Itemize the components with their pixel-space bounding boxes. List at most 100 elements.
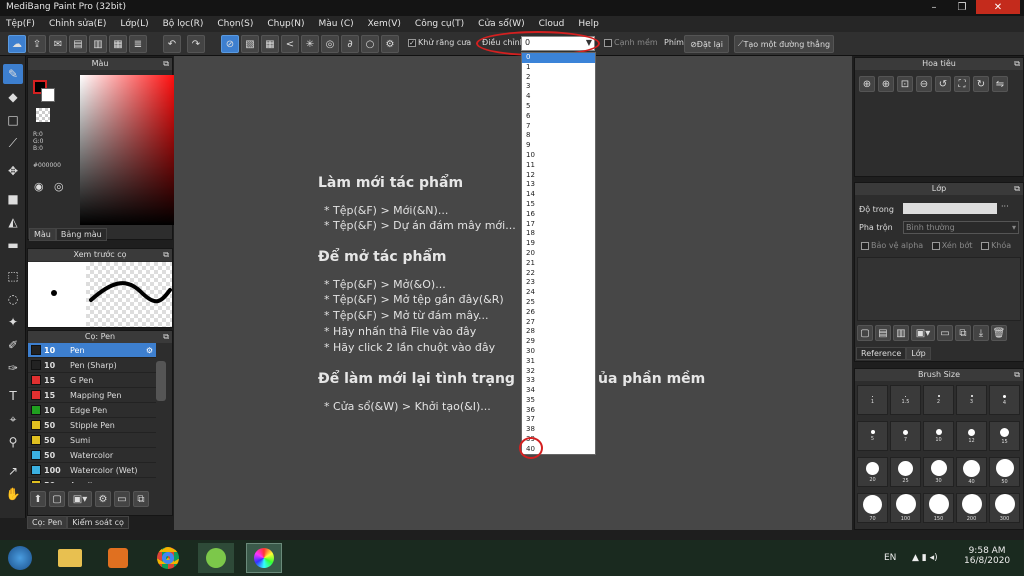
dropdown-option[interactable]: 12 xyxy=(522,171,595,181)
menu-view[interactable]: Xem(V) xyxy=(368,19,401,29)
protect-alpha-checkbox[interactable]: Bảo vệ alpha xyxy=(861,241,923,250)
brush-upload-icon[interactable]: ⬆ xyxy=(30,491,46,507)
brush-row[interactable]: 50 Watercolor xyxy=(28,448,156,463)
ellipse-snap-icon[interactable]: ○ xyxy=(361,35,379,53)
shape-tool-icon[interactable]: □ xyxy=(3,110,23,130)
fit-icon[interactable]: ⊡ xyxy=(897,76,913,92)
duplicate-icon[interactable]: ⧉ xyxy=(955,325,971,341)
grid-doc-icon[interactable]: ▦ xyxy=(109,35,127,53)
menu-window[interactable]: Cửa sổ(W) xyxy=(478,19,524,29)
blend-select[interactable]: Bình thường ▾ xyxy=(903,221,1019,234)
brush-row[interactable]: 10 Pen (Sharp) xyxy=(28,358,156,373)
dropdown-option[interactable]: 1 xyxy=(522,63,595,73)
panel-float-icon[interactable]: ⧉ xyxy=(1014,183,1020,195)
media-player-icon[interactable] xyxy=(100,543,136,573)
brush-size-cell[interactable]: 3 xyxy=(956,385,987,415)
brush-row[interactable]: 10 Pen ⚙ xyxy=(28,343,156,358)
dropdown-option[interactable]: 20 xyxy=(522,249,595,259)
add-layer-menu-icon[interactable]: ▣▾ xyxy=(911,325,935,341)
fill-rect-icon[interactable]: ■ xyxy=(3,189,23,209)
brush-size-cell[interactable]: 15 xyxy=(989,421,1020,451)
dropdown-option[interactable]: 24 xyxy=(522,288,595,298)
curve-snap-icon[interactable]: ∂ xyxy=(341,35,359,53)
menu-tools[interactable]: Công cụ(T) xyxy=(415,19,464,29)
page-icon[interactable]: ▤ xyxy=(69,35,87,53)
dropdown-option[interactable]: 8 xyxy=(522,131,595,141)
text-tool-icon[interactable]: T xyxy=(3,386,23,406)
dropdown-option[interactable]: 19 xyxy=(522,239,595,249)
palette-icon[interactable]: ◉ xyxy=(34,180,44,193)
brush-size-cell[interactable]: 25 xyxy=(890,457,921,487)
brush-row[interactable]: 50 Stipple Pen xyxy=(28,418,156,433)
dropdown-option[interactable]: 31 xyxy=(522,357,595,367)
zoom-in-alt-icon[interactable]: ⊕ xyxy=(878,76,894,92)
clock[interactable]: 9:58 AM 16/8/2020 xyxy=(964,546,1010,566)
zoom-out-icon[interactable]: ⊖ xyxy=(916,76,932,92)
medibang-taskbar-icon[interactable] xyxy=(246,543,282,573)
saturation-value-picker[interactable] xyxy=(80,75,180,225)
move-tool-icon[interactable]: ✥ xyxy=(3,161,23,181)
new-halftone-icon[interactable]: ▤ xyxy=(875,325,891,341)
rotate-right-icon[interactable]: ↻ xyxy=(973,76,989,92)
gear-icon[interactable]: ⚙ xyxy=(146,346,153,355)
minimize-button[interactable]: – xyxy=(920,0,948,14)
dropdown-option[interactable]: 16 xyxy=(522,210,595,220)
fit-screen-icon[interactable]: ⛶ xyxy=(954,76,970,92)
brush-size-cell[interactable]: 150 xyxy=(923,493,954,523)
antialias-checkbox[interactable]: ✓ Khử răng cưa xyxy=(408,38,471,47)
brush-tool-icon[interactable]: ✎ xyxy=(3,64,23,84)
panel-float-icon[interactable]: ⧉ xyxy=(163,58,169,70)
brush-row[interactable]: 15 G Pen xyxy=(28,373,156,388)
start-button[interactable] xyxy=(2,543,38,573)
scrollbar-thumb[interactable] xyxy=(156,361,166,401)
language-indicator[interactable]: EN xyxy=(884,553,896,563)
dot-tool-icon[interactable]: ⟋ xyxy=(3,133,23,153)
dropdown-option[interactable]: 0 xyxy=(522,53,595,63)
dropdown-option[interactable]: 10 xyxy=(522,151,595,161)
new-8bit-icon[interactable]: ▥ xyxy=(893,325,909,341)
dropdown-option[interactable]: 18 xyxy=(522,229,595,239)
comment-icon[interactable]: ✉ xyxy=(49,35,67,53)
cross-snap-icon[interactable]: ▦ xyxy=(261,35,279,53)
zoom-in-icon[interactable]: ⊕ xyxy=(859,76,875,92)
file-explorer-icon[interactable] xyxy=(52,543,88,573)
dropdown-option[interactable]: 11 xyxy=(522,161,595,171)
radial-snap-icon[interactable]: ✳ xyxy=(301,35,319,53)
dropdown-option[interactable]: 21 xyxy=(522,259,595,269)
redo-icon[interactable]: ↷ xyxy=(187,35,205,53)
panel-float-icon[interactable]: ⧉ xyxy=(1014,369,1020,381)
dropdown-option[interactable]: 6 xyxy=(522,112,595,122)
brush-row[interactable]: 15 Mapping Pen xyxy=(28,388,156,403)
operation-tool-icon[interactable]: ↗ xyxy=(3,461,23,481)
brush-size-cell[interactable]: 1.5 xyxy=(890,385,921,415)
dropdown-option[interactable]: 9 xyxy=(522,141,595,151)
brush-size-cell[interactable]: 40 xyxy=(956,457,987,487)
palette-add-icon[interactable]: ◎ xyxy=(54,180,64,193)
app-green-icon[interactable] xyxy=(198,543,234,573)
circle-snap-icon[interactable]: ◎ xyxy=(321,35,339,53)
brush-row[interactable]: 50 Sumi xyxy=(28,433,156,448)
dropdown-option[interactable]: 27 xyxy=(522,318,595,328)
dropdown-option[interactable]: 29 xyxy=(522,337,595,347)
brush-copy-icon[interactable]: ⧉ xyxy=(133,491,149,507)
divide-tool-icon[interactable]: ⌖ xyxy=(3,409,23,429)
reset-button[interactable]: ⊘ Đặt lại xyxy=(684,35,729,53)
dropdown-option[interactable]: 30 xyxy=(522,347,595,357)
vanish-snap-icon[interactable]: < xyxy=(281,35,299,53)
brush-size-cell[interactable]: 2 xyxy=(923,385,954,415)
brush-size-cell[interactable]: 20 xyxy=(857,457,888,487)
dropdown-option[interactable]: 34 xyxy=(522,386,595,396)
brush-size-cell[interactable]: 10 xyxy=(923,421,954,451)
list-doc-icon[interactable]: ≣ xyxy=(129,35,147,53)
canvas-area[interactable]: Làm mới tác phẩm * Tệp(&F) > Mới(&N)... … xyxy=(174,56,852,530)
menu-filter[interactable]: Bộ lọc(R) xyxy=(163,19,204,29)
snap-off-icon[interactable]: ⊘ xyxy=(221,35,239,53)
menu-layer[interactable]: Lớp(L) xyxy=(120,19,148,29)
brush-folder-icon[interactable]: ▭ xyxy=(114,491,130,507)
brush-row[interactable]: 10 Edge Pen xyxy=(28,403,156,418)
menu-snap[interactable]: Chụp(N) xyxy=(267,19,304,29)
brush-size-cell[interactable]: 5 xyxy=(857,421,888,451)
dropdown-option[interactable]: 13 xyxy=(522,180,595,190)
dropdown-option[interactable]: 22 xyxy=(522,269,595,279)
adjust-dropdown-list[interactable]: 0 1 2 3 4 5 6 7 8 9 10 11 12 13 14 15 16 17 18 19 20 21 22 23 24… xyxy=(521,52,596,455)
